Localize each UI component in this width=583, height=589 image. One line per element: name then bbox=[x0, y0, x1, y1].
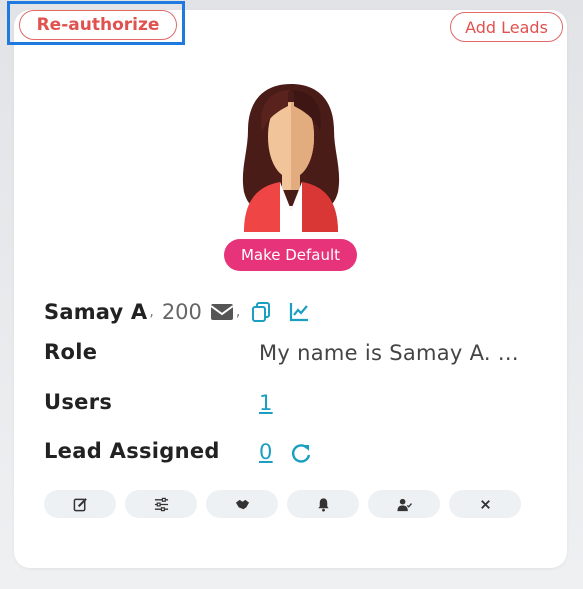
lead-assigned-count-link[interactable]: 0 bbox=[259, 440, 273, 464]
lead-assigned-label: Lead Assigned bbox=[44, 439, 220, 463]
copy-icon[interactable] bbox=[250, 301, 272, 323]
users-label: Users bbox=[44, 390, 113, 414]
avatar bbox=[242, 84, 340, 232]
reauthorize-button[interactable]: Re-authorize bbox=[19, 10, 177, 40]
name-row: Samay A , 200 , bbox=[44, 296, 310, 328]
sliders-icon bbox=[154, 497, 168, 511]
users-count-link[interactable]: 1 bbox=[259, 391, 273, 415]
notifications-button[interactable] bbox=[287, 490, 359, 518]
mail-icon[interactable] bbox=[210, 303, 234, 321]
edit-icon bbox=[73, 497, 87, 511]
make-default-button[interactable]: Make Default bbox=[224, 239, 357, 271]
handshake-icon bbox=[235, 499, 249, 509]
role-label: Role bbox=[44, 340, 98, 364]
analytics-icon[interactable] bbox=[288, 301, 310, 323]
separator: , bbox=[149, 304, 154, 320]
handshake-button[interactable] bbox=[206, 490, 278, 518]
add-leads-button[interactable]: Add Leads bbox=[450, 12, 563, 42]
role-value: My name is Samay A. ... bbox=[259, 341, 519, 365]
settings-button[interactable] bbox=[125, 490, 197, 518]
refresh-icon[interactable] bbox=[290, 442, 312, 464]
separator: , bbox=[235, 304, 241, 320]
agent-phone: 200 bbox=[161, 300, 202, 324]
agent-name: Samay A bbox=[44, 300, 148, 324]
edit-button[interactable] bbox=[44, 490, 116, 518]
remove-button[interactable] bbox=[449, 490, 521, 518]
action-bar bbox=[44, 490, 521, 518]
bell-icon bbox=[317, 497, 329, 512]
user-check-icon bbox=[396, 498, 412, 511]
close-icon bbox=[480, 499, 490, 509]
assign-user-button[interactable] bbox=[368, 490, 440, 518]
